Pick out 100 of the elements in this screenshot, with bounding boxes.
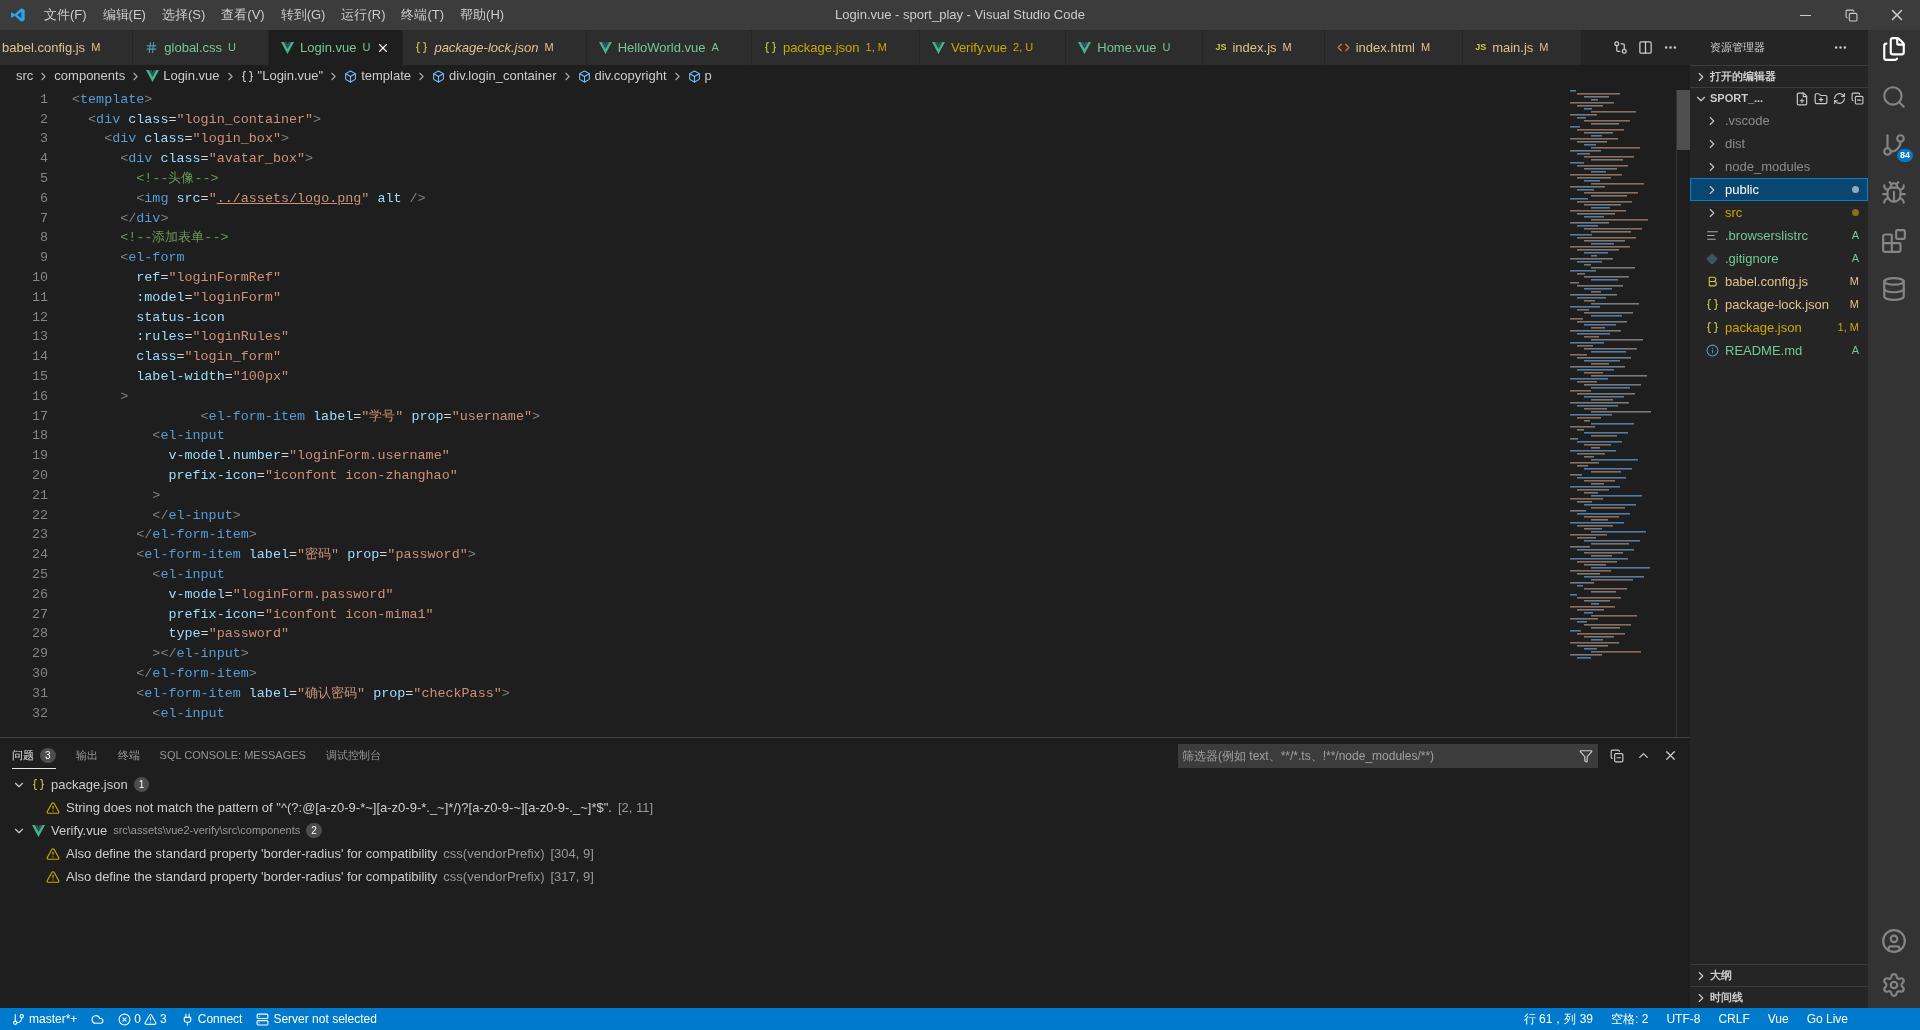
tree-item[interactable]: node_modules: [1690, 155, 1868, 178]
menu-item[interactable]: 转到(G): [272, 5, 334, 25]
warning-count[interactable]: 3: [160, 1010, 167, 1028]
line-number: 18: [30, 427, 48, 446]
server-item[interactable]: Server not selected: [273, 1010, 377, 1028]
tree-item[interactable]: README.md A: [1690, 339, 1868, 362]
panel-tab[interactable]: 问题 3: [12, 742, 56, 769]
status-item[interactable]: Go Live: [1806, 1010, 1848, 1028]
editor-tab[interactable]: Verify.vue 2, U: [919, 30, 1067, 65]
menu-item[interactable]: 终端(T): [393, 5, 453, 25]
menu-item[interactable]: 编辑(E): [94, 5, 154, 25]
breadcrumb-item[interactable]: template: [361, 66, 412, 86]
new-file-icon[interactable]: [1795, 91, 1809, 106]
panel-tab[interactable]: SQL CONSOLE: MESSAGES: [159, 742, 306, 769]
panel-tab[interactable]: 调试控制台: [325, 742, 381, 769]
connect-item[interactable]: Connect: [197, 1010, 243, 1028]
editor-tab[interactable]: package.json 1, M: [751, 30, 920, 65]
tree-item[interactable]: package-lock.json M: [1690, 293, 1868, 316]
section-header[interactable]: 打开的编辑器: [1710, 68, 1776, 85]
line-number: 10: [30, 269, 48, 287]
vue-icon: [146, 70, 160, 82]
problem-file[interactable]: package.json: [51, 774, 128, 795]
code-line: </el-input>: [151, 506, 241, 525]
breadcrumb-item[interactable]: src: [16, 66, 34, 86]
run-debug-icon[interactable]: [1881, 180, 1907, 206]
refresh-icon[interactable]: [1833, 91, 1846, 105]
menu-item[interactable]: 选择(S): [153, 5, 214, 25]
tree-item[interactable]: babel.config.js M: [1690, 270, 1868, 293]
status-item[interactable]: 空格: 2: [1611, 1010, 1649, 1028]
tree-item[interactable]: .browserslistrc A: [1690, 224, 1868, 247]
breadcrumb-item[interactable]: div.login_container: [449, 66, 557, 86]
problem-message[interactable]: String does not match the pattern of "^(?:@[a-z0-9-*~][a-z0-9-*._~]*/)?[a-z0-9-~][a-z0-9-._~]*$".: [66, 797, 612, 818]
file-name: babel.config.js: [1725, 272, 1809, 291]
line-number: 8: [38, 229, 48, 248]
compare-icon[interactable]: [1613, 40, 1628, 55]
problem-message[interactable]: Also define the standard property 'border-radius' for compatibility: [66, 843, 438, 864]
menu-item[interactable]: 查看(V): [213, 5, 273, 25]
tree-item[interactable]: .gitignore A: [1690, 247, 1868, 270]
filter-field[interactable]: 筛选器(例如 text、**/*.ts、!**/node_modules/**): [1178, 743, 1598, 768]
search-icon[interactable]: [1881, 84, 1907, 110]
editor-tab[interactable]: package-lock.json M: [403, 30, 587, 65]
tree-item[interactable]: public: [1690, 178, 1868, 201]
editor-tab[interactable]: babel.config.js M: [0, 30, 134, 65]
account-icon[interactable]: [1881, 928, 1907, 954]
error-count[interactable]: 0: [134, 1010, 142, 1028]
menu-item[interactable]: 运行(R): [333, 5, 394, 25]
line-number: 25: [30, 565, 48, 584]
scrollbar[interactable]: [1676, 90, 1690, 737]
menu-item[interactable]: 文件(F): [36, 5, 95, 25]
section-header[interactable]: SPORT_...: [1710, 90, 1764, 107]
tree-item[interactable]: package.json 1, M: [1690, 316, 1868, 339]
line-number: 15: [30, 368, 48, 386]
file-name: .gitignore: [1725, 249, 1779, 268]
minimize-icon: [1799, 14, 1811, 16]
branch-name[interactable]: master*+: [29, 1010, 78, 1028]
file-name: .vscode: [1725, 111, 1770, 130]
status-item[interactable]: CRLF: [1718, 1010, 1750, 1028]
tree-item[interactable]: .vscode: [1690, 109, 1868, 132]
status-item[interactable]: UTF-8: [1666, 1010, 1701, 1028]
tree-item[interactable]: dist: [1690, 132, 1868, 155]
file-name: README.md: [1725, 341, 1803, 360]
git-status: A: [1851, 228, 1859, 244]
breadcrumb-item[interactable]: Login.vue: [163, 66, 220, 86]
panel-tab[interactable]: 终端: [117, 742, 140, 769]
editor-tab[interactable]: Home.vue U: [1066, 30, 1204, 65]
breadcrumb-item[interactable]: div.copyright: [594, 66, 667, 86]
split-editor-icon[interactable]: [1638, 40, 1653, 55]
status-item[interactable]: 行 61，列 39: [1523, 1010, 1594, 1028]
explorer-icon[interactable]: [1881, 36, 1907, 62]
panel-tab[interactable]: 输出: [75, 742, 98, 769]
tab-label: Verify.vue: [950, 38, 1008, 57]
problem-message[interactable]: Also define the standard property 'border-radius' for compatibility: [66, 866, 438, 887]
menu-item[interactable]: 帮助(H): [452, 5, 513, 25]
breadcrumb-item[interactable]: components: [54, 66, 126, 86]
new-folder-icon[interactable]: [1814, 91, 1828, 106]
settings-icon[interactable]: [1881, 972, 1907, 998]
status-item[interactable]: Vue: [1767, 1010, 1789, 1028]
problem-file[interactable]: Verify.vue: [51, 820, 108, 841]
editor-tab[interactable]: JS main.js M: [1463, 30, 1582, 65]
editor-tab[interactable]: index.html M: [1324, 30, 1464, 65]
filter-icon[interactable]: [1579, 748, 1593, 763]
tree-item[interactable]: src: [1690, 201, 1868, 224]
editor-tab[interactable]: Login.vue U: [269, 30, 404, 65]
sync-icon[interactable]: [91, 1012, 105, 1026]
extensions-icon[interactable]: [1881, 228, 1907, 254]
git-status: M: [1282, 40, 1292, 56]
editor-tab[interactable]: HelloWorld.vue A: [586, 30, 752, 65]
section-header[interactable]: 大纲: [1710, 967, 1732, 984]
collapse-all-icon[interactable]: [1610, 748, 1624, 763]
line-number: 17: [30, 407, 48, 426]
breadcrumb-item[interactable]: "Login.vue": [257, 66, 324, 86]
section-header[interactable]: 时间线: [1710, 989, 1743, 1006]
close-panel-icon[interactable]: [1663, 748, 1678, 763]
editor-tab[interactable]: JS index.js M: [1203, 30, 1325, 65]
editor-tab[interactable]: global.css U: [133, 30, 270, 65]
collapse-all-icon[interactable]: [1851, 91, 1864, 105]
breadcrumb-item[interactable]: p: [704, 66, 712, 86]
code-line: </el-form-item>: [135, 664, 257, 683]
database-icon[interactable]: [1881, 276, 1907, 302]
file-path: src\assets\vue2-verify\src\components: [113, 823, 301, 839]
